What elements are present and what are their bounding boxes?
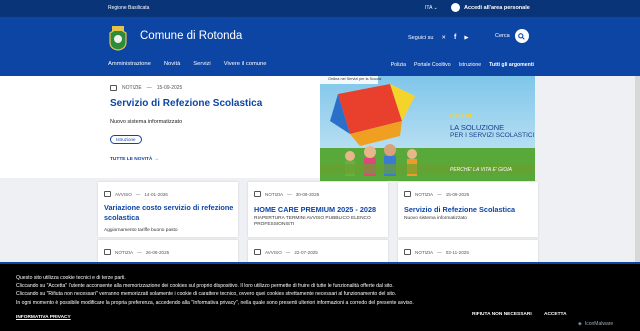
separator: — bbox=[137, 249, 142, 255]
youtube-icon[interactable]: ▶ bbox=[464, 35, 468, 41]
card-kind: AVVISO bbox=[265, 249, 282, 255]
hero-news: NOTIZIE — 15-09-2025 Servizio di Refezio… bbox=[0, 76, 320, 178]
card-kind: AVVISO bbox=[115, 191, 132, 197]
cookie-text: Questo sito utilizza cookie tecnici e di… bbox=[16, 274, 576, 307]
card-title[interactable]: HOME CARE PREMIUM 2025 - 2028 bbox=[254, 205, 389, 215]
separator: — bbox=[437, 249, 442, 255]
search-button[interactable] bbox=[514, 29, 529, 43]
chevron-down-icon: ⌄ bbox=[433, 5, 438, 11]
nav-item-servizi[interactable]: Servizi bbox=[193, 61, 210, 67]
search-icon bbox=[518, 32, 525, 40]
calendar-icon bbox=[254, 191, 261, 197]
hero-desc: Nuovo sistema informatizzato bbox=[110, 119, 183, 125]
hero-kind: NOTIZIE bbox=[122, 85, 142, 91]
arrow-right-icon: → bbox=[153, 157, 159, 162]
calendar-icon bbox=[404, 249, 411, 255]
nav-item-istruzione[interactable]: Istruzione bbox=[459, 62, 482, 68]
cookie-line: Cliccando su "Rifiuta non necessari" ver… bbox=[16, 291, 397, 298]
card-date: 15-09-2025 bbox=[445, 191, 470, 197]
hero-title[interactable]: Servizio di Refezione Scolastica bbox=[110, 98, 262, 109]
site-header: Comune di Rotonda Seguici su ✕ f ▶ Cerca… bbox=[0, 17, 640, 76]
news-card[interactable]: NOTIZIA —15-09-2025 Servizio di Refezione… bbox=[398, 182, 538, 237]
watermark-label: IconMalware bbox=[584, 321, 614, 327]
hero-banner-text: Ordina nel Servizi per la Scuola bbox=[328, 77, 382, 81]
login-label: Accedi all'area personale bbox=[464, 4, 530, 11]
cookie-line: Cliccando su "Accetta" l'utente acconsen… bbox=[16, 283, 394, 290]
region-link[interactable]: Regione Basilicata bbox=[108, 5, 149, 11]
cookie-banner: Questo sito utilizza cookie tecnici e di… bbox=[0, 262, 640, 331]
social-label: Seguici su bbox=[408, 34, 434, 41]
calendar-icon bbox=[110, 85, 117, 91]
cookie-line: Questo sito utilizza cookie tecnici e di… bbox=[16, 275, 126, 281]
calendar-icon bbox=[104, 191, 111, 197]
nav-item-amministrazione[interactable]: Amministrazione bbox=[108, 61, 151, 67]
search-label: Cerca bbox=[495, 33, 510, 39]
hero-tag[interactable]: Istruzione bbox=[110, 135, 142, 144]
card-desc: Nuovo sistema informatizzato bbox=[404, 216, 467, 221]
card-desc: Aggiornamento tariffe buono pasto bbox=[104, 228, 178, 233]
site-title[interactable]: Comune di Rotonda bbox=[140, 30, 242, 42]
municipal-crest-icon[interactable] bbox=[108, 25, 128, 51]
nav-item-vivere[interactable]: Vivere il comune bbox=[224, 61, 267, 67]
separator: — bbox=[285, 249, 291, 255]
card-meta: NOTIZIA —30-09-2025 bbox=[254, 191, 319, 197]
nav-item-novita[interactable]: Novità bbox=[164, 61, 180, 67]
language-label: ITA bbox=[425, 5, 433, 11]
hero-image-line2: PER I SERVIZI SCOLASTICI bbox=[450, 132, 535, 139]
privacy-policy-link[interactable]: INFORMATIVA PRIVACY bbox=[16, 315, 71, 320]
card-date: 14-01-2026 bbox=[144, 191, 168, 197]
hero-meta: NOTIZIE — 15-09-2025 bbox=[110, 85, 182, 91]
user-icon bbox=[451, 3, 460, 12]
card-date: 26-08-2025 bbox=[145, 249, 170, 255]
card-date: 30-09-2025 bbox=[295, 191, 320, 197]
card-kind: NOTIZIA bbox=[415, 249, 434, 255]
card-desc: RIAPERTURA TERMINI AVVISO PUBBLICO ELENC… bbox=[254, 216, 371, 227]
news-card[interactable]: AVVISO —14-01-2026 Variazione costo servi… bbox=[98, 182, 238, 237]
cookie-line: In ogni momento è possibile modificare l… bbox=[16, 299, 414, 306]
card-kind: NOTIZIA bbox=[265, 191, 284, 197]
card-kind: NOTIZIA bbox=[115, 249, 134, 255]
twitter-icon[interactable]: ✕ bbox=[441, 35, 446, 41]
all-news-label: TUTTE LE NOVITÀ bbox=[110, 157, 153, 162]
card-date: 22-07-2025 bbox=[294, 249, 318, 255]
login-button[interactable]: Accedi all'area personale bbox=[451, 3, 530, 12]
hero-date: 15-09-2025 bbox=[156, 85, 183, 91]
main-nav: Amministrazione Novità Servizi Vivere il… bbox=[108, 61, 266, 67]
card-kind: NOTIZIA bbox=[415, 191, 434, 197]
reject-cookies-button[interactable]: RIFIUTA NON NECESSARI bbox=[472, 312, 532, 317]
separator: — bbox=[287, 191, 292, 197]
calendar-icon bbox=[404, 191, 411, 197]
secondary-nav: Polizia Portale Cooltivo Istruzione Tutt… bbox=[391, 62, 534, 68]
social-links: Seguici su ✕ f ▶ bbox=[408, 34, 469, 41]
all-news-link[interactable]: TUTTE LE NOVITÀ → bbox=[110, 157, 159, 162]
nav-item-polizia[interactable]: Polizia bbox=[391, 62, 406, 68]
separator: — bbox=[135, 191, 141, 197]
nav-item-all-topics[interactable]: Tutti gli argomenti bbox=[489, 62, 534, 68]
hero-image-line1: LA SOLUZIONE bbox=[450, 123, 505, 132]
news-card[interactable]: NOTIZIA —30-09-2025 HOME CARE PREMIUM 202… bbox=[248, 182, 388, 237]
watermark: ◈ IconMalware bbox=[578, 321, 613, 327]
shield-icon: ◈ bbox=[578, 321, 582, 327]
card-meta: NOTIZIA —03-11-2025 bbox=[404, 249, 469, 255]
hero-image-head: CIBAMI bbox=[450, 114, 472, 120]
separator: — bbox=[437, 191, 442, 197]
card-meta: AVVISO —14-01-2026 bbox=[104, 191, 168, 197]
card-date: 03-11-2025 bbox=[445, 249, 469, 255]
card-meta: NOTIZIA —26-08-2025 bbox=[104, 249, 169, 255]
accept-cookies-button[interactable]: ACCETTA bbox=[544, 312, 567, 317]
calendar-icon bbox=[104, 249, 111, 255]
card-meta: AVVISO —22-07-2025 bbox=[254, 249, 318, 255]
hero-image[interactable]: Ordina nel Servizi per la Scuola CIBAMI … bbox=[320, 76, 535, 181]
hero-image-footer: PERCHE' LA VITA E' GIOIA bbox=[450, 167, 513, 173]
search: Cerca bbox=[495, 29, 529, 43]
top-bar: Regione Basilicata ITA ⌄ Accedi all'area… bbox=[0, 0, 640, 17]
separator: — bbox=[146, 85, 152, 91]
facebook-icon[interactable]: f bbox=[454, 34, 456, 41]
card-title[interactable]: Servizio di Refezione Scolastica bbox=[404, 205, 539, 215]
nav-item-portale[interactable]: Portale Cooltivo bbox=[414, 62, 451, 68]
language-selector[interactable]: ITA ⌄ bbox=[425, 5, 438, 11]
card-meta: NOTIZIA —15-09-2025 bbox=[404, 191, 469, 197]
card-title[interactable]: Variazione costo servizio di refezione s… bbox=[104, 203, 239, 223]
calendar-icon bbox=[254, 249, 261, 255]
